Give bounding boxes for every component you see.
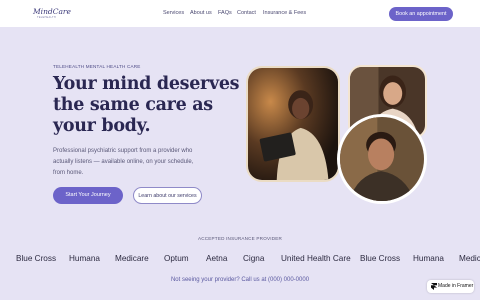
framer-icon [431, 283, 437, 290]
learn-services-button[interactable]: Learn about our services [133, 187, 202, 204]
insurance-provider: Cigna [243, 254, 265, 263]
framer-badge-label: Made in Framer [438, 283, 474, 289]
logo[interactable]: MindCare TELEHEALTH [31, 7, 71, 21]
photo-man-smiling [337, 114, 427, 204]
subtext-line-1: Professional psychiatric support from a … [53, 148, 193, 154]
logo-text: MindCare [33, 7, 71, 16]
hero-eyebrow: TELEHEALTH MENTAL HEALTH CARE [53, 64, 141, 69]
insurance-provider: Blue Cross [360, 254, 401, 263]
headline-line-2: the same care as [53, 95, 213, 115]
photo-woman-laptop [246, 66, 340, 182]
hero-subtext: Professional psychiatric support from a … [53, 146, 233, 179]
insurance-provider: United Health Care [281, 254, 351, 263]
nav-link-insurance[interactable]: Insurance & Fees [263, 10, 306, 16]
insurance-provider: Optum [164, 254, 189, 263]
insurance-provider: Blue Cross [16, 254, 57, 263]
headline-line-1: Your mind deserves [53, 74, 240, 94]
nav-link-services[interactable]: Services [163, 10, 184, 16]
insurance-provider: Humana [413, 254, 444, 263]
hero-headline: Your mind deserves the same care as your… [53, 74, 240, 137]
nav-link-contact[interactable]: Contact [237, 10, 256, 16]
made-in-framer-badge[interactable]: Made in Framer [427, 280, 474, 293]
logo-subtext: TELEHEALTH [37, 16, 56, 19]
nav-link-faqs[interactable]: FAQs [218, 10, 232, 16]
insurance-provider: Medica [459, 254, 480, 263]
insurance-provider: Medicare [115, 254, 149, 263]
top-nav: MindCare TELEHEALTH Services About us FA… [0, 0, 480, 27]
subtext-line-3: from home. [53, 170, 84, 176]
headline-line-3: your body. [53, 116, 151, 136]
insurance-provider-row: Blue Cross Humana Medicare Optum Aetna C… [0, 254, 480, 266]
book-appointment-button[interactable]: Book an appointment [389, 7, 453, 21]
nav-link-about[interactable]: About us [190, 10, 212, 16]
start-journey-button[interactable]: Start Your Journey [53, 187, 123, 204]
subtext-line-2: actually listens — available online, on … [53, 159, 194, 165]
insurance-provider: Humana [69, 254, 100, 263]
insurance-provider: Aetna [206, 254, 228, 263]
insurance-label: ACCEPTED INSURANCE PROVIDER [197, 236, 283, 241]
call-us-note[interactable]: Not seeing your provider? Call us at (00… [0, 277, 480, 283]
